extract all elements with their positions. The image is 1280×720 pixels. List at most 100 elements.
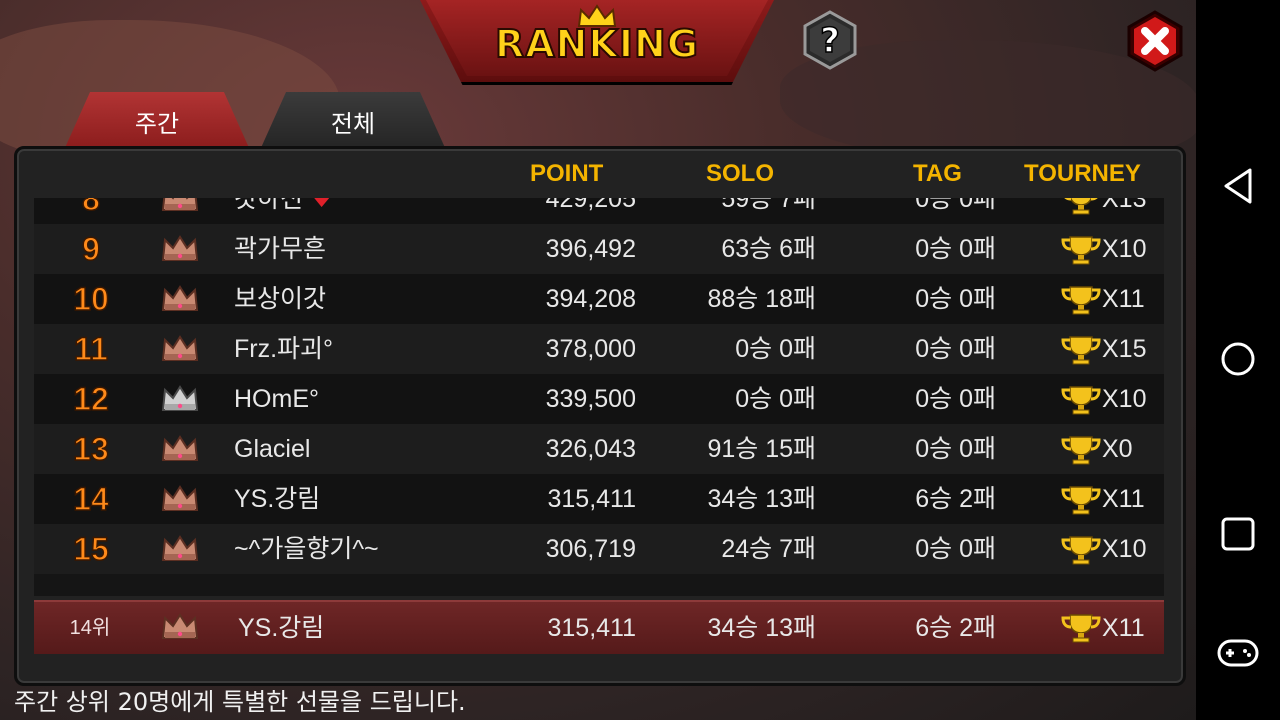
rank-number: 11 (73, 330, 108, 368)
player-name: Frz.파괴° (234, 335, 334, 363)
recents-button[interactable] (1196, 499, 1280, 569)
rank-number: 8 (81, 198, 100, 218)
back-button[interactable] (1196, 151, 1280, 221)
trophy-icon (1061, 486, 1101, 515)
player-tag-record: 0승 0패 (915, 435, 996, 463)
trophy-icon (1061, 536, 1101, 565)
my-tourney: X11 (1102, 614, 1145, 642)
column-header-point: POINT (530, 160, 604, 187)
tab-all-label: 전체 (330, 109, 376, 138)
player-point: 326,043 (545, 435, 636, 463)
ranking-row[interactable]: 9 곽가무흔 396,492 63승 6패 0승 0패 X10 (34, 224, 1164, 274)
recents-icon (1221, 517, 1255, 551)
rank-number: 14 (72, 480, 109, 518)
player-solo-record: 0승 0패 (735, 385, 816, 413)
trophy-icon (1061, 436, 1101, 465)
player-solo-record: 91승 15패 (707, 435, 816, 463)
my-solo: 34승 13패 (707, 614, 816, 642)
player-point: 306,719 (545, 535, 636, 563)
player-tag-record: 0승 0패 (915, 198, 996, 213)
player-point: 315,411 (547, 485, 636, 513)
gamepad-icon (1217, 639, 1259, 667)
crown-bronze-icon (161, 335, 199, 361)
crown-bronze-icon (161, 613, 199, 639)
game-screen: RANKING ? 주간 전체 POINT SOLO TAG TOURNEY 8… (0, 0, 1196, 720)
home-button[interactable] (1196, 324, 1280, 394)
crown-silver-icon (161, 385, 199, 411)
crown-bronze-icon (161, 485, 199, 511)
crown-bronze-icon (161, 198, 199, 211)
crown-bronze-icon (161, 535, 199, 561)
my-rank-row: 14위 YS.강림 315,411 34승 13패 6승 2패 X11 (34, 600, 1164, 654)
ranking-row[interactable]: 13 Glaciel 326,043 91승 15패 0승 0패 X0 (34, 424, 1164, 474)
system-navbar (1196, 0, 1280, 720)
player-solo-record: 63승 6패 (721, 235, 816, 263)
player-tourney-count: X11 (1102, 285, 1145, 313)
tab-weekly-label: 주간 (134, 109, 180, 138)
rank-number: 15 (72, 530, 109, 568)
help-button[interactable]: ? (800, 10, 860, 70)
player-point: 429,205 (545, 198, 636, 213)
tab-all[interactable]: 전체 (260, 92, 446, 150)
crown-bronze-icon (161, 285, 199, 311)
trophy-icon (1061, 286, 1101, 315)
tab-weekly[interactable]: 주간 (64, 92, 250, 150)
ranking-row[interactable]: 14 YS.강림 315,411 34승 13패 6승 2패 X11 (34, 474, 1164, 524)
ranking-row[interactable]: 10 보상이갓 394,208 88승 18패 0승 0패 X11 (34, 274, 1164, 324)
player-tag-record: 0승 0패 (915, 335, 996, 363)
ranking-row[interactable]: 11 Frz.파괴° 378,000 0승 0패 0승 0패 X15 (34, 324, 1164, 374)
heart-icon: ♥ (310, 198, 334, 214)
my-point: 315,411 (547, 614, 636, 642)
column-header-tag: TAG (913, 160, 962, 187)
player-solo-record: 88승 18패 (707, 285, 816, 313)
close-button[interactable] (1124, 10, 1186, 72)
column-header-tourney: TOURNEY (1024, 160, 1141, 187)
trophy-icon (1061, 236, 1101, 265)
player-name: YS.강림 (234, 485, 321, 513)
rank-number: 12 (72, 380, 109, 418)
title-banner: RANKING (420, 0, 774, 85)
player-solo-record: 0승 0패 (735, 335, 816, 363)
player-tag-record: 0승 0패 (915, 385, 996, 413)
back-icon (1224, 168, 1252, 204)
player-tag-record: 0승 0패 (915, 535, 996, 563)
player-tourney-count: X15 (1102, 335, 1147, 363)
player-tourney-count: X10 (1102, 385, 1147, 413)
player-tag-record: 0승 0패 (915, 235, 996, 263)
question-icon: ? (820, 21, 840, 61)
player-name: ~^가을향기^~ (234, 535, 379, 563)
rank-number: 13 (72, 430, 109, 468)
trophy-icon (1061, 386, 1101, 415)
column-header-solo: SOLO (706, 160, 775, 187)
player-solo-record: 24승 7패 (721, 535, 816, 563)
player-point: 394,208 (545, 285, 636, 313)
player-tag-record: 6승 2패 (915, 485, 996, 513)
player-tourney-count: X13 (1102, 198, 1147, 213)
trophy-icon (1061, 614, 1101, 643)
player-solo-record: 34승 13패 (707, 485, 816, 513)
player-point: 339,500 (545, 385, 636, 413)
ranking-row[interactable]: 8 갓하신 ♥ 429,205 59승 7패 0승 0패 X13 (34, 198, 1164, 224)
player-name: HOmE° (234, 385, 319, 413)
player-tourney-count: X10 (1102, 235, 1147, 263)
player-tourney-count: X10 (1102, 535, 1147, 563)
player-name: Glaciel (234, 435, 311, 463)
player-tourney-count: X0 (1102, 435, 1133, 463)
ranking-row[interactable]: 12 HOmE° 339,500 0승 0패 0승 0패 X10 (34, 374, 1164, 424)
ranking-row[interactable]: 15 ~^가을향기^~ 306,719 24승 7패 0승 0패 X10 (34, 524, 1164, 574)
rank-number: 10 (72, 280, 109, 318)
crown-bronze-icon (161, 435, 199, 461)
player-name: 갓하신 (234, 198, 304, 213)
gamepad-button[interactable] (1196, 618, 1280, 688)
player-point: 378,000 (545, 335, 636, 363)
ranking-list[interactable]: 8 갓하신 ♥ 429,205 59승 7패 0승 0패 X13 9 곽가무흔 396,492 63… (34, 198, 1164, 596)
player-solo-record: 59승 7패 (721, 198, 816, 213)
trophy-icon (1061, 336, 1101, 365)
trophy-icon (1064, 198, 1098, 215)
my-name: YS.강림 (238, 614, 325, 642)
rank-number: 9 (81, 230, 100, 268)
player-tourney-count: X11 (1102, 485, 1145, 513)
my-rank: 14위 (69, 617, 111, 639)
player-point: 396,492 (545, 235, 636, 263)
crown-bronze-icon (161, 235, 199, 261)
